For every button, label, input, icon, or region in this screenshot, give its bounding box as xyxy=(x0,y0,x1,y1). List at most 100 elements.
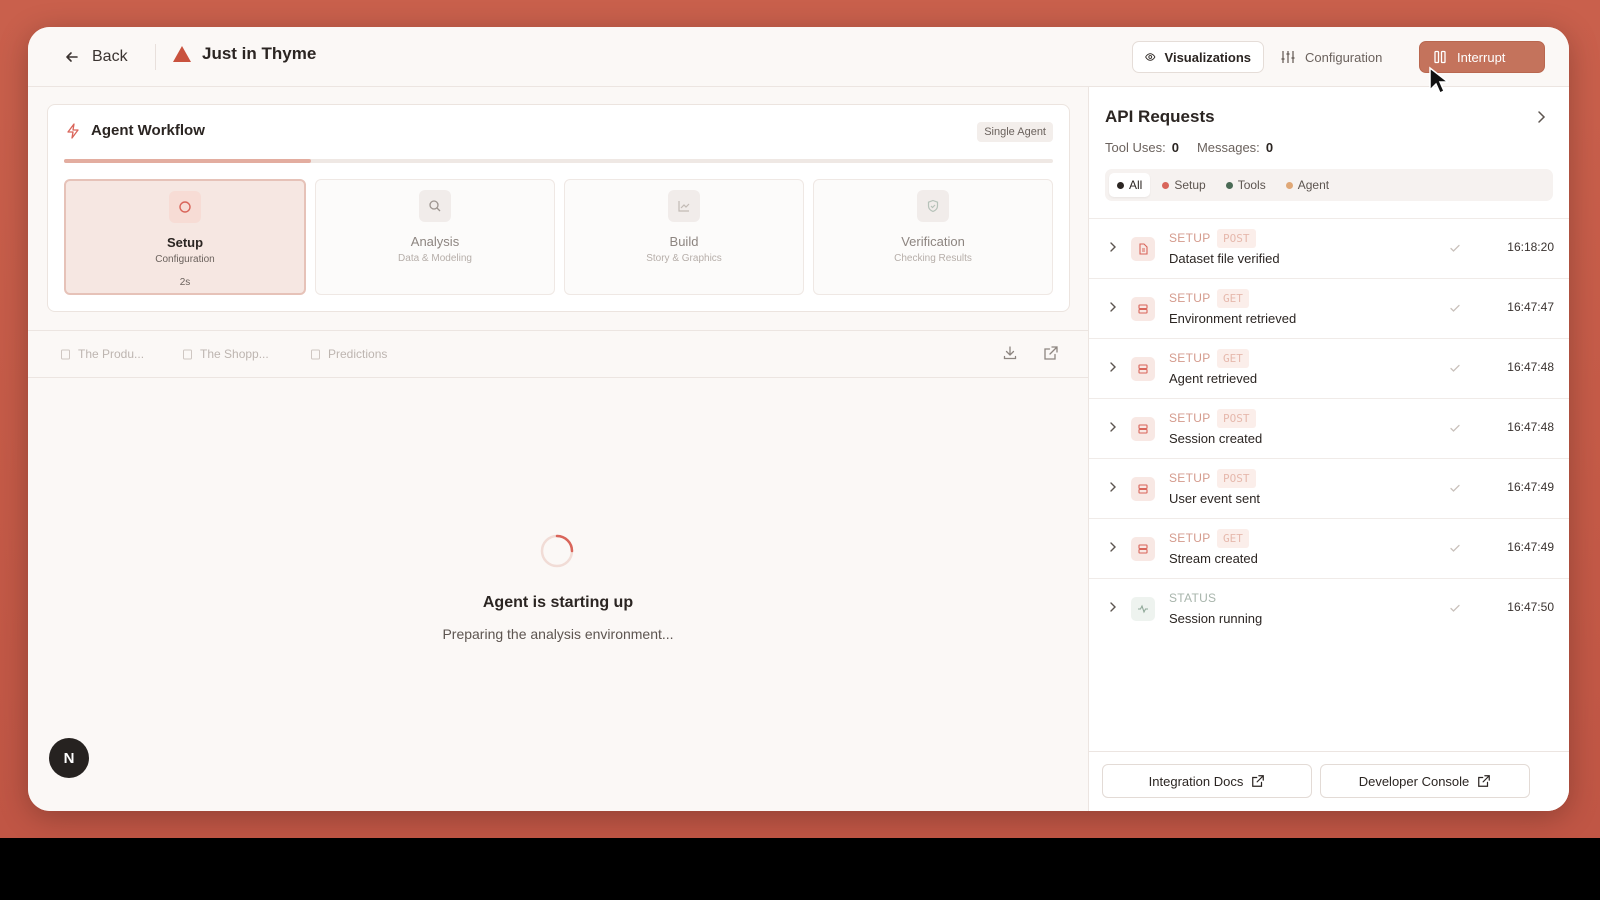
request-type-icon-box xyxy=(1131,297,1155,321)
messages-count: 0 xyxy=(1265,140,1274,155)
lightning-icon xyxy=(67,122,79,139)
server-icon xyxy=(1138,484,1148,494)
request-timestamp: 16:47:50 xyxy=(1507,600,1554,614)
step-verification[interactable]: Verification Checking Results xyxy=(813,179,1053,295)
request-counts: Tool Uses: 0 Messages: 0 xyxy=(1105,140,1285,155)
chevron-right-icon[interactable] xyxy=(1107,541,1119,553)
external-link-icon xyxy=(1252,775,1265,787)
step-sub: Story & Graphics xyxy=(646,253,722,264)
request-row[interactable]: SETUP POST Session created 16:47:48 xyxy=(1089,398,1569,458)
chevron-right-icon[interactable] xyxy=(1107,481,1119,493)
filter-agent[interactable]: Agent xyxy=(1278,173,1337,197)
tab-the-shopper[interactable]: The Shopp... xyxy=(182,347,269,361)
activity-icon xyxy=(1138,604,1148,614)
configuration-button[interactable]: Configuration xyxy=(1268,41,1396,73)
arrow-left-icon xyxy=(66,52,78,62)
request-category: SETUP xyxy=(1169,231,1211,245)
request-method-badge: GET xyxy=(1217,529,1249,548)
check-icon xyxy=(1450,604,1460,612)
back-button[interactable]: Back xyxy=(64,45,128,69)
chart-icon xyxy=(678,201,690,212)
request-timestamp: 16:47:48 xyxy=(1507,420,1554,434)
step-analysis[interactable]: Analysis Data & Modeling xyxy=(315,179,555,295)
download-icon xyxy=(1003,346,1017,360)
chevron-right-icon[interactable] xyxy=(1107,361,1119,373)
request-description: Stream created xyxy=(1169,551,1258,566)
filter-label: All xyxy=(1129,178,1143,192)
top-bar: Back Just in Thyme Visualizations Config… xyxy=(28,27,1569,87)
header-divider xyxy=(155,44,156,70)
chevron-right-icon[interactable] xyxy=(1107,301,1119,313)
filter-tools[interactable]: Tools xyxy=(1218,173,1274,197)
request-type-icon-box xyxy=(1131,357,1155,381)
document-icon xyxy=(183,349,192,359)
chevron-right-icon[interactable] xyxy=(1107,241,1119,253)
step-sub: Data & Modeling xyxy=(398,253,472,264)
file-icon xyxy=(1139,243,1148,255)
request-method-badge: POST xyxy=(1217,229,1256,248)
chevron-right-icon[interactable] xyxy=(1107,601,1119,613)
filter-all[interactable]: All xyxy=(1109,173,1151,197)
tab-predictions[interactable]: Predictions xyxy=(310,347,387,361)
step-name: Verification xyxy=(901,234,965,249)
workflow-title: Agent Workflow xyxy=(91,122,205,139)
visualizations-button[interactable]: Visualizations xyxy=(1132,41,1264,73)
download-button[interactable] xyxy=(1002,345,1022,365)
messages-label: Messages: xyxy=(1196,140,1260,155)
tab-label: The Shopp... xyxy=(200,347,269,361)
filter-setup[interactable]: Setup xyxy=(1154,173,1213,197)
step-build[interactable]: Build Story & Graphics xyxy=(564,179,804,295)
request-row[interactable]: STATUS Session running 16:47:50 xyxy=(1089,578,1569,638)
request-description: Dataset file verified xyxy=(1169,251,1280,266)
external-link-icon xyxy=(1478,775,1491,787)
step-name: Analysis xyxy=(410,234,460,249)
request-timestamp: 16:47:49 xyxy=(1507,480,1554,494)
chevron-right-icon[interactable] xyxy=(1533,109,1549,125)
integration-docs-button[interactable]: Integration Docs xyxy=(1102,764,1312,798)
agent-output-area: Agent is starting up Preparing the analy… xyxy=(28,378,1088,811)
tab-label: Predictions xyxy=(328,347,388,361)
status-title: Agent is starting up xyxy=(482,594,634,611)
loading-spinner-icon xyxy=(540,534,574,568)
check-icon xyxy=(1450,304,1460,312)
step-name: Build xyxy=(669,234,699,249)
request-row[interactable]: SETUP POST Dataset file verified 16:18:20 xyxy=(1089,218,1569,278)
document-icon xyxy=(311,349,320,359)
workflow-mode-badge: Single Agent xyxy=(977,122,1053,142)
request-row[interactable]: SETUP GET Environment retrieved 16:47:47 xyxy=(1089,278,1569,338)
external-link-icon xyxy=(1044,346,1058,360)
server-icon xyxy=(1138,364,1148,374)
user-avatar[interactable]: N xyxy=(49,738,89,778)
request-description: Agent retrieved xyxy=(1169,371,1258,386)
request-row[interactable]: SETUP GET Agent retrieved 16:47:48 xyxy=(1089,338,1569,398)
visualizations-label: Visualizations xyxy=(1164,49,1251,65)
filter-label: Setup xyxy=(1174,178,1206,192)
triangle-logo-icon xyxy=(173,46,191,62)
request-row[interactable]: SETUP POST User event sent 16:47:49 xyxy=(1089,458,1569,518)
document-icon xyxy=(61,349,70,359)
request-method-badge: GET xyxy=(1217,289,1249,308)
server-icon xyxy=(1138,544,1148,554)
dot-icon xyxy=(1225,181,1233,189)
open-external-button[interactable] xyxy=(1043,345,1063,365)
request-description: Session running xyxy=(1169,611,1263,626)
step-icon-box xyxy=(917,190,949,222)
request-type-icon-box xyxy=(1131,477,1155,501)
request-method-badge: POST xyxy=(1217,409,1256,428)
request-type-icon-box xyxy=(1131,597,1155,621)
developer-console-button[interactable]: Developer Console xyxy=(1320,764,1530,798)
request-description: Session created xyxy=(1169,431,1263,446)
brand: Just in Thyme xyxy=(172,44,316,64)
tab-the-product[interactable]: The Produ... xyxy=(60,347,144,361)
sliders-icon xyxy=(1281,51,1295,63)
search-icon xyxy=(429,200,441,212)
mouse-pointer-icon xyxy=(1429,66,1448,95)
chevron-right-icon[interactable] xyxy=(1107,421,1119,433)
step-setup[interactable]: Setup Configuration 2s xyxy=(64,179,306,295)
request-row[interactable]: SETUP GET Stream created 16:47:49 xyxy=(1089,518,1569,578)
dot-icon xyxy=(1117,181,1124,189)
step-name: Setup xyxy=(166,235,204,250)
request-type-icon-box xyxy=(1131,237,1155,261)
tab-label: The Produ... xyxy=(78,347,145,361)
configuration-label: Configuration xyxy=(1305,49,1383,65)
